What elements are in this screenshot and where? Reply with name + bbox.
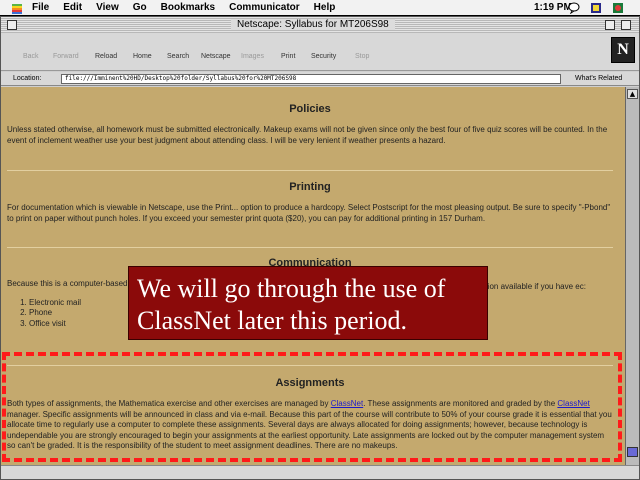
menu-view[interactable]: View xyxy=(96,2,119,13)
menu-clock[interactable]: 1:19 PM xyxy=(534,2,572,13)
divider xyxy=(7,247,613,248)
whats-related-button[interactable]: What's Related xyxy=(575,75,622,82)
back-button[interactable]: Back xyxy=(23,53,39,60)
images-button[interactable]: Images xyxy=(241,53,264,60)
netscape-button[interactable]: Netscape xyxy=(201,53,231,60)
menu-bookmarks[interactable]: Bookmarks xyxy=(161,2,215,13)
communication-text-end: ation available if you have ec: xyxy=(481,282,586,291)
apple-menu-icon[interactable] xyxy=(10,1,24,15)
netscape-app-icon[interactable] xyxy=(612,2,624,14)
menu-bar: File Edit View Go Bookmarks Communicator… xyxy=(0,0,640,16)
home-button[interactable]: Home xyxy=(133,53,152,60)
location-bar: Location: file:///Imminent%20HD/Desktop%… xyxy=(1,72,639,86)
menu-items: File Edit View Go Bookmarks Communicator… xyxy=(32,2,335,13)
close-box[interactable] xyxy=(7,20,17,30)
printing-section: Printing For documentation which is view… xyxy=(7,181,613,224)
navigation-toolbar: Back Forward Reload Home Search Netscape… xyxy=(1,33,639,71)
divider xyxy=(7,170,613,171)
status-bar xyxy=(1,465,639,479)
window-title: Netscape: Syllabus for MT206S98 xyxy=(231,19,395,30)
location-input[interactable]: file:///Imminent%20HD/Desktop%20folder/S… xyxy=(61,74,561,84)
classnet-callout: We will go through the use of ClassNet l… xyxy=(128,266,488,340)
zoom-box[interactable] xyxy=(605,20,615,30)
print-button[interactable]: Print xyxy=(281,53,295,60)
security-button[interactable]: Security xyxy=(311,53,336,60)
printing-heading: Printing xyxy=(289,181,331,193)
vertical-scrollbar[interactable]: ▲ xyxy=(625,87,639,465)
collapse-box[interactable] xyxy=(621,20,631,30)
menu-file[interactable]: File xyxy=(32,2,49,13)
scroll-thumb[interactable] xyxy=(627,447,638,457)
policies-section: Policies Unless stated otherwise, all ho… xyxy=(7,103,613,146)
menu-edit[interactable]: Edit xyxy=(63,2,82,13)
stop-button[interactable]: Stop xyxy=(355,53,369,60)
menu-help[interactable]: Help xyxy=(314,2,336,13)
title-bar[interactable]: Netscape: Syllabus for MT206S98 xyxy=(1,17,639,33)
help-balloon-icon[interactable] xyxy=(568,2,580,14)
scroll-up-arrow-icon[interactable]: ▲ xyxy=(627,89,638,99)
reload-button[interactable]: Reload xyxy=(95,53,117,60)
search-button[interactable]: Search xyxy=(167,53,189,60)
forward-button[interactable]: Forward xyxy=(53,53,79,60)
menu-communicator[interactable]: Communicator xyxy=(229,2,300,13)
netscape-logo[interactable]: N xyxy=(611,37,635,63)
location-label: Location: xyxy=(13,75,42,82)
assignments-highlight-box xyxy=(2,352,622,462)
printing-text: For documentation which is viewable in N… xyxy=(7,203,611,223)
policies-heading: Policies xyxy=(289,103,331,115)
menu-go[interactable]: Go xyxy=(133,2,147,13)
policies-text: Unless stated otherwise, all homework mu… xyxy=(7,125,608,145)
application-menu-icon[interactable] xyxy=(590,2,602,14)
